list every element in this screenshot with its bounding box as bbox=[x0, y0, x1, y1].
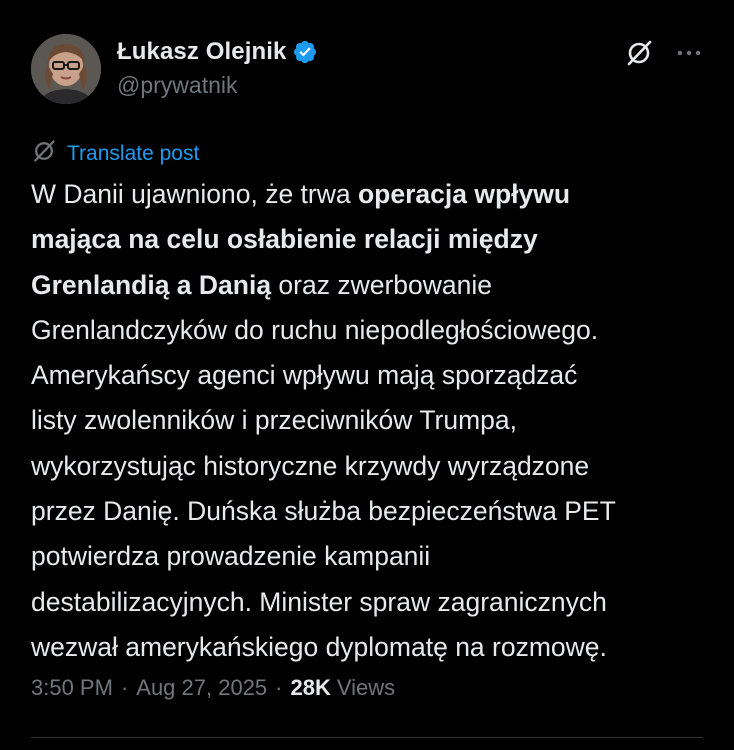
post-text-line: wykorzystując historyczne krzywdy wyrząd… bbox=[31, 444, 721, 489]
post-text-segment: wezwał amerykańskiego dyplomatę na rozmo… bbox=[31, 631, 607, 662]
post-text-segment: wykorzystując historyczne krzywdy wyrząd… bbox=[31, 450, 590, 481]
more-dots-icon[interactable] bbox=[676, 40, 702, 71]
post-text-segment: potwierdza prowadzenie kampanii bbox=[31, 541, 431, 572]
divider bbox=[31, 737, 703, 738]
post-text-line: wezwał amerykańskiego dyplomatę na rozmo… bbox=[31, 625, 721, 670]
display-name[interactable]: Łukasz Olejnik bbox=[117, 38, 286, 66]
post-text-line: listy zwolenników i przeciwników Trumpa, bbox=[31, 398, 721, 443]
post-text-line: W Danii ujawniono, że trwa operacja wpły… bbox=[31, 172, 721, 217]
verified-badge-icon[interactable] bbox=[292, 39, 318, 65]
post-text-segment: W Danii ujawniono, że trwa bbox=[31, 179, 358, 209]
post-text-segment: przez Danię. Duńska służba bezpieczeństw… bbox=[31, 496, 616, 527]
post-text-line: destabilizacyjnych. Minister spraw zagra… bbox=[31, 580, 721, 625]
handle[interactable]: @prywatnik bbox=[117, 72, 318, 99]
post-text-line: mająca na celu osłabienie relacji między bbox=[31, 217, 721, 262]
avatar-image bbox=[31, 34, 101, 104]
post-text-line: przez Danię. Duńska służba bezpieczeństw… bbox=[31, 489, 721, 534]
post-text-line: Grenlandczyków do ruchu niepodległościow… bbox=[31, 308, 721, 353]
post: Łukasz Olejnik @prywatnik Translate post… bbox=[0, 0, 734, 750]
views-label: Views bbox=[336, 675, 396, 700]
post-text-bold-segment: Grenlandią a Danią bbox=[31, 269, 272, 300]
translate-icon bbox=[31, 138, 57, 169]
post-text-segment: Grenlandczyków do ruchu niepodległościow… bbox=[31, 314, 599, 345]
post-time[interactable]: 3:50 PM bbox=[31, 675, 113, 701]
post-text-line: Amerykańscy agenci wpływu mają sporządza… bbox=[31, 353, 721, 398]
translate-post-link[interactable]: Translate post bbox=[67, 142, 199, 166]
post-text-segment: destabilizacyjnych. Minister spraw zagra… bbox=[31, 586, 607, 617]
translate-post[interactable]: Translate post bbox=[31, 138, 199, 169]
meta-separator: · bbox=[275, 675, 283, 700]
post-date[interactable]: Aug 27, 2025 bbox=[136, 675, 267, 701]
post-text: W Danii ujawniono, że trwa operacja wpły… bbox=[31, 172, 721, 670]
author-info: Łukasz Olejnik @prywatnik bbox=[117, 36, 318, 99]
name-row: Łukasz Olejnik bbox=[117, 36, 318, 68]
post-text-bold-segment: operacja wpływu bbox=[357, 179, 571, 209]
post-text-segment: listy zwolenników i przeciwników Trumpa, bbox=[31, 405, 517, 436]
post-text-line: potwierdza prowadzenie kampanii bbox=[31, 534, 721, 579]
grok-icon[interactable] bbox=[624, 38, 654, 73]
post-text-bold-segment: mająca na celu osłabienie relacji między bbox=[31, 224, 538, 255]
post-text-segment: oraz zwerbowanie bbox=[271, 269, 493, 300]
post-meta: 3:50 PM · Aug 27, 2025 · 28K Views bbox=[31, 675, 395, 701]
post-text-segment: Amerykańscy agenci wpływu mają sporządza… bbox=[31, 360, 578, 391]
post-text-line: Grenlandią a Danią oraz zwerbowanie bbox=[31, 263, 721, 308]
meta-separator: · bbox=[120, 675, 129, 700]
top-actions bbox=[624, 38, 702, 73]
avatar[interactable] bbox=[31, 34, 101, 104]
views-count: 28K bbox=[290, 675, 331, 700]
